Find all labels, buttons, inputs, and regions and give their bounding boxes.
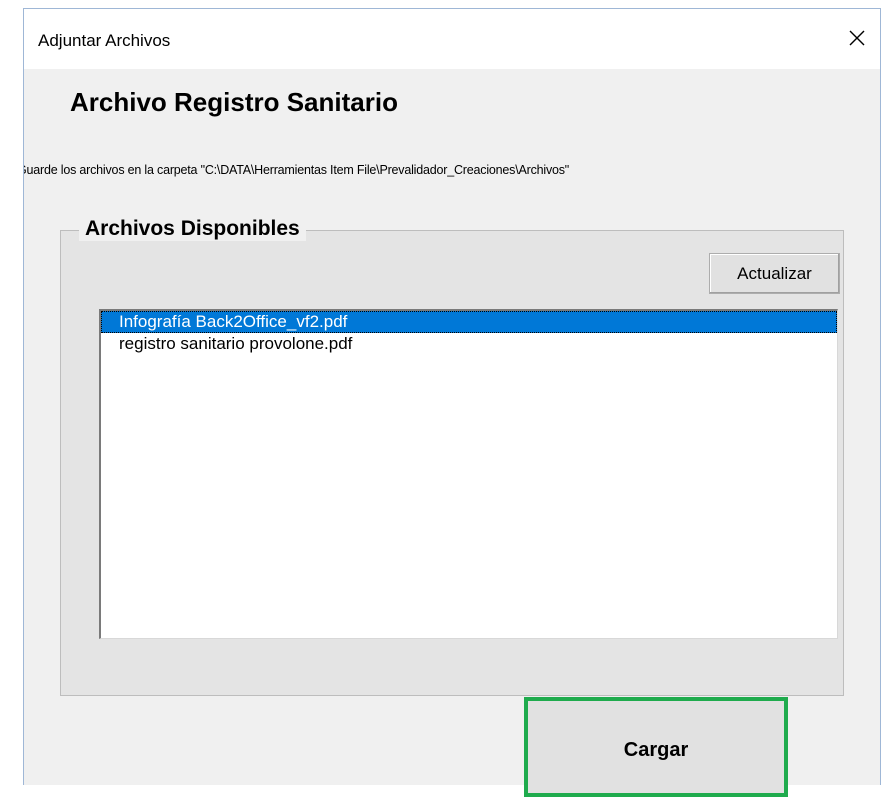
available-files-group: Archivos Disponibles Actualizar Infograf… <box>60 217 844 696</box>
title-bar: Adjuntar Archivos <box>24 9 880 69</box>
group-label: Archivos Disponibles <box>79 217 306 241</box>
close-button[interactable] <box>840 21 874 55</box>
list-item[interactable]: registro sanitario provolone.pdf <box>101 333 837 355</box>
refresh-button[interactable]: Actualizar <box>709 253 840 294</box>
page-title: Archivo Registro Sanitario <box>70 87 398 117</box>
list-item[interactable]: Infografía Back2Office_vf2.pdf <box>101 311 837 333</box>
file-list[interactable]: Infografía Back2Office_vf2.pdf registro … <box>99 309 838 639</box>
window-title: Adjuntar Archivos <box>38 31 171 50</box>
close-icon <box>849 30 865 46</box>
background-strip <box>0 0 887 8</box>
dialog-window: Adjuntar Archivos Archivo Registro Sanit… <box>23 8 881 785</box>
upload-button[interactable]: Cargar <box>524 697 788 797</box>
save-path-instructions: Guarde los archivos en la carpeta "C:\DA… <box>23 163 570 177</box>
